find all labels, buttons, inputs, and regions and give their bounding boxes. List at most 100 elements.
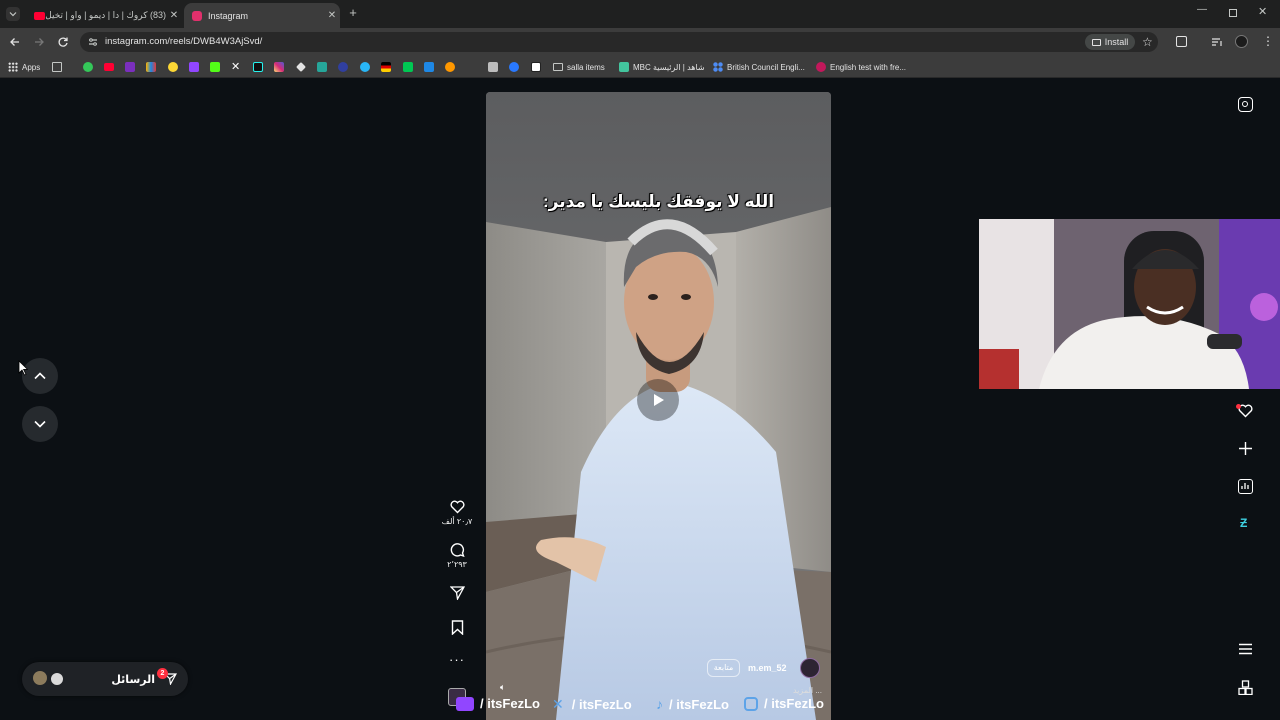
bookmark-apps[interactable]: Apps [8, 60, 40, 74]
bookmark-green2-icon[interactable] [403, 62, 413, 72]
comment-button[interactable] [450, 542, 465, 557]
bookmark-tiktok-icon[interactable] [253, 62, 263, 72]
bookmark-grey-icon[interactable] [488, 62, 498, 72]
bookmark-label: salla items [567, 62, 605, 72]
english-test-icon [816, 62, 826, 72]
reel-caption: الله لا يوفقك بليسك يا مدير: [542, 192, 775, 211]
tiktok-icon: ♪ [656, 696, 663, 712]
back-button[interactable] [9, 36, 21, 48]
like-button[interactable] [450, 500, 465, 514]
media-control-icon[interactable] [1211, 37, 1223, 47]
bookmark-multicolor-icon[interactable] [146, 62, 156, 72]
bookmark-british-council[interactable]: British Council Engli... [713, 60, 805, 74]
bookmark-notion-icon[interactable] [531, 62, 541, 72]
twitch-icon [456, 696, 474, 711]
bookmark-mbc[interactable]: MBC شاهد | الرئيسية [619, 60, 705, 74]
bookmark-dark-icon[interactable] [338, 62, 348, 72]
watermark-handle: / itsFezLo [571, 697, 632, 712]
author-username[interactable]: m.em_52 [748, 663, 787, 673]
comment-icon [450, 543, 465, 557]
reload-button[interactable] [57, 36, 69, 48]
profile-avatar[interactable] [1235, 35, 1248, 48]
install-button[interactable]: Install [1085, 34, 1135, 50]
messages-label: الرسائل [111, 674, 155, 686]
follow-button[interactable]: متابعة [707, 659, 740, 677]
x-icon: ✕ [552, 696, 564, 712]
bookmark-flag-icon[interactable] [381, 62, 391, 72]
watermark-handle: / itsFezLo [669, 696, 729, 712]
bookmark-yellow-icon[interactable] [168, 62, 178, 72]
bookmark-edge-icon[interactable] [360, 62, 370, 72]
chevron-up-icon [34, 372, 46, 380]
notification-dot [1236, 404, 1241, 409]
bookmark-twitch-icon[interactable] [189, 62, 199, 72]
menu-icon[interactable]: ⋮ [1262, 35, 1274, 47]
plus-icon [1239, 442, 1252, 455]
insights-button[interactable] [1238, 479, 1253, 494]
tab-title: Instagram [208, 10, 249, 21]
instagram-watermark: / itsFezLo [744, 696, 824, 711]
webcam-frame [979, 219, 1280, 389]
mouse-cursor-icon [18, 360, 28, 376]
close-icon[interactable]: ✕ [324, 10, 340, 21]
extensions-icon[interactable] [1176, 36, 1187, 47]
messages-avatar [49, 671, 65, 687]
streamer-webcam [979, 219, 1280, 389]
bookmark-star-icon[interactable]: ☆ [1142, 35, 1153, 49]
bookmark-english-test[interactable]: English test with fre... [816, 60, 906, 74]
also-from-meta-icon[interactable] [1238, 680, 1253, 695]
heart-icon [450, 500, 465, 514]
bookmark-icon [451, 620, 464, 635]
tab-youtube[interactable]: (83) كروك | دا | ديمو | واو | تخيل ✕ [26, 3, 182, 28]
bookmark-kick-icon[interactable] [210, 62, 220, 72]
bookmark-teal-icon[interactable] [317, 62, 327, 72]
menu-hamburger-icon[interactable] [1238, 643, 1253, 655]
bookmark-blue-icon[interactable] [424, 62, 434, 72]
tab-instagram[interactable]: Instagram ✕ [184, 3, 340, 28]
share-button[interactable] [450, 585, 465, 600]
next-reel-button[interactable] [22, 406, 58, 442]
bookmark-purple-icon[interactable] [125, 62, 135, 72]
more-options-button[interactable]: ··· [449, 652, 465, 667]
new-tab-button[interactable]: + [346, 6, 360, 20]
chevron-down-icon [34, 420, 46, 428]
bookmark-orange-icon[interactable] [445, 62, 455, 72]
url-text[interactable]: instagram.com/reels/DWB4W3AjSvd/ [105, 36, 262, 47]
tab-title: (83) كروك | دا | ديمو | واو | تخيل [45, 10, 166, 20]
tiktok-watermark: ♪ / itsFezLo [656, 696, 729, 712]
arrow-left-icon [10, 38, 19, 46]
site-info-icon[interactable] [88, 37, 98, 47]
like-count: ٢٠٫٧ ألف [441, 517, 473, 526]
x-watermark: ✕ / itsFezLo [552, 696, 632, 713]
install-icon [1091, 38, 1101, 46]
grid-icon[interactable] [52, 62, 62, 72]
bookmark-instagram-icon[interactable] [274, 62, 284, 72]
comment-count: ٢٬٢٩٣ [447, 560, 467, 569]
bookmark-x-icon[interactable]: ✕ [231, 60, 240, 73]
author-avatar[interactable] [800, 658, 820, 678]
play-button[interactable] [637, 379, 679, 421]
british-council-icon [713, 62, 723, 72]
send-icon [450, 586, 465, 600]
restore-button[interactable] [1229, 9, 1237, 17]
forward-button[interactable] [33, 36, 45, 48]
minimize-button[interactable]: — [1197, 4, 1211, 18]
tab-search-button[interactable] [6, 7, 20, 21]
bookmark-zoom-icon[interactable] [509, 62, 519, 72]
instagram-icon [192, 10, 202, 21]
close-window-button[interactable]: ✕ [1258, 5, 1267, 18]
bookmark-label: British Council Engli... [727, 62, 805, 72]
save-button[interactable] [451, 620, 464, 635]
create-button[interactable] [1238, 441, 1253, 456]
threads-icon[interactable]: Ƶ [1240, 516, 1247, 530]
mute-icon[interactable]: 🔈︎ [500, 682, 505, 693]
bookmark-youtube-icon[interactable] [104, 63, 114, 71]
bookmark-green-icon[interactable] [83, 62, 93, 72]
watermark-handle: / itsFezLo [764, 696, 824, 711]
play-icon [654, 394, 664, 406]
bookmark-salla[interactable]: salla items [553, 60, 605, 74]
instagram-logo-icon[interactable] [1238, 97, 1253, 112]
messages-badge: 2 [157, 668, 168, 679]
close-icon[interactable]: ✕ [166, 10, 182, 21]
bookmark-label: Apps [22, 62, 41, 72]
